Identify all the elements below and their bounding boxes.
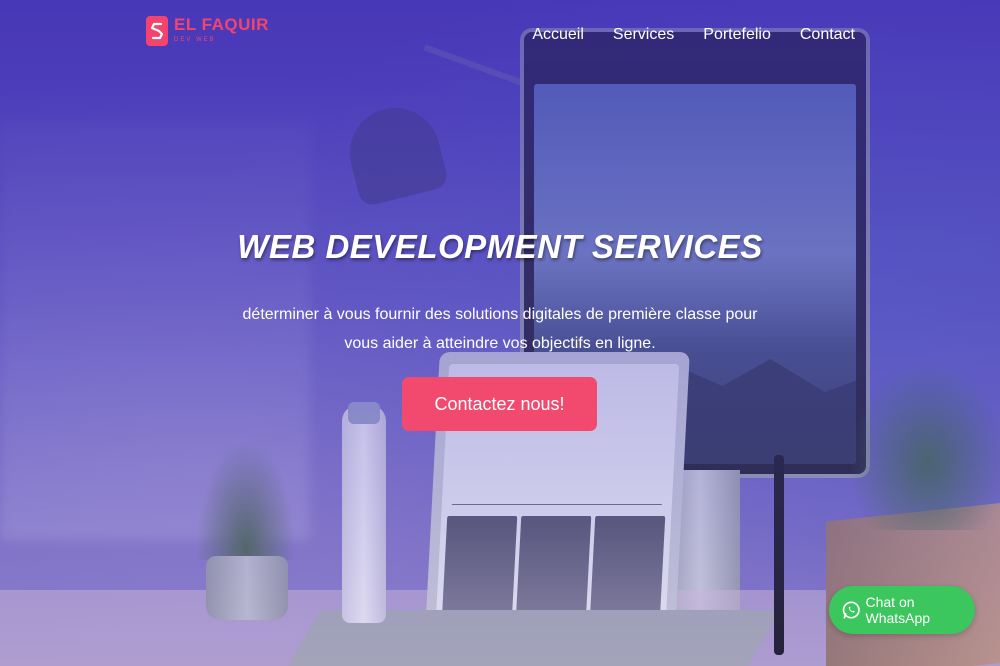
main-nav: Accueil Services Portefelio Contact xyxy=(532,26,855,44)
brand-name: EL FAQUIR xyxy=(174,15,269,34)
nav-item-portefelio[interactable]: Portefelio xyxy=(703,26,771,44)
whatsapp-icon xyxy=(842,601,860,619)
hero-description: déterminer à vous fournir des solutions … xyxy=(0,300,1000,358)
contact-button[interactable]: Contactez nous! xyxy=(402,377,597,431)
nav-item-services[interactable]: Services xyxy=(613,26,674,44)
hero-description-line-1: déterminer à vous fournir des solutions … xyxy=(242,306,758,323)
logo-s-icon xyxy=(150,22,164,40)
hero-description-line-2: vous aider à atteindre vos objectifs en … xyxy=(344,335,656,352)
brand-tagline: DEV WEB xyxy=(174,37,216,43)
nav-item-contact[interactable]: Contact xyxy=(800,26,855,44)
whatsapp-label: Chat on WhatsApp xyxy=(865,594,931,626)
hero-title: WEB DEVELOPMENT SERVICES xyxy=(237,228,763,265)
logo-text: EL FAQUIR DEV WEB xyxy=(174,16,269,44)
brand-logo[interactable]: EL FAQUIR DEV WEB xyxy=(146,16,269,46)
whatsapp-chat-button[interactable]: Chat on WhatsApp xyxy=(829,586,975,634)
nav-item-accueil[interactable]: Accueil xyxy=(532,26,584,44)
logo-mark-icon xyxy=(146,16,168,46)
